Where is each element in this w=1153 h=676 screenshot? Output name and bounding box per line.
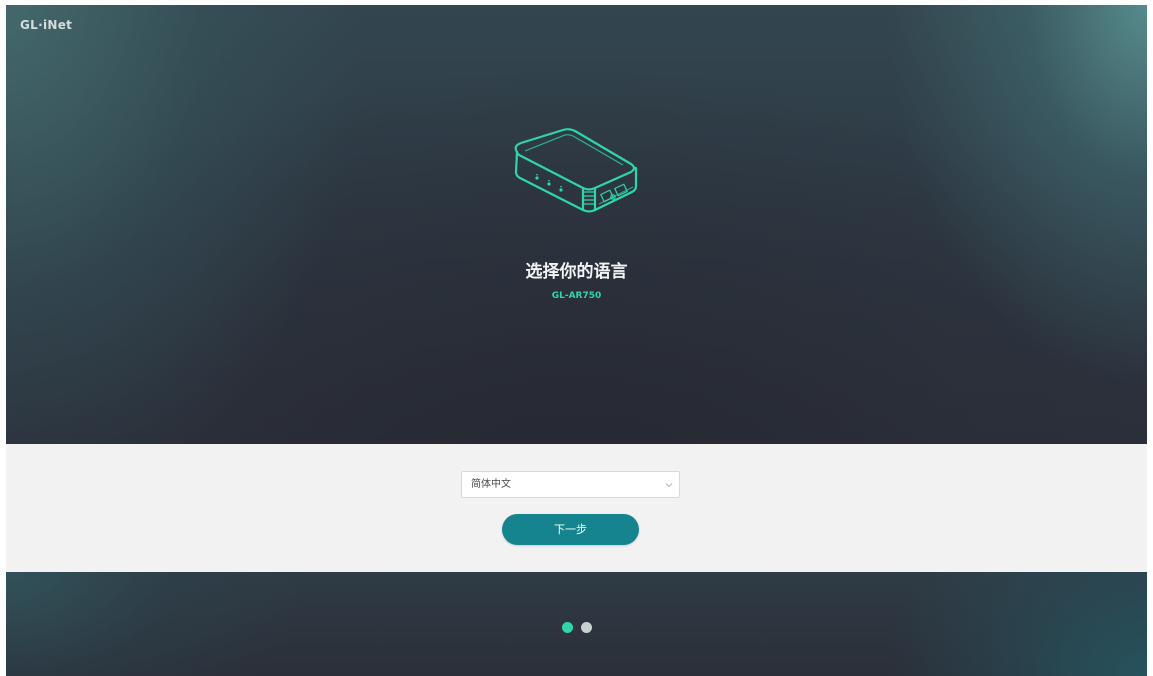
- language-select-value: 简体中文: [471, 479, 511, 490]
- brand-logo: GL·iNet: [20, 18, 73, 32]
- language-select[interactable]: 简体中文: [461, 471, 680, 498]
- device-model: GL-AR750: [551, 291, 602, 301]
- language-panel: 简体中文 下一步: [6, 444, 1147, 572]
- pagination-dots: [6, 622, 1147, 633]
- chevron-down-icon: [665, 483, 673, 488]
- setup-wizard: GL·iNet 选择你的语言 GL-AR750 简体中文 下一步: [6, 5, 1147, 676]
- pagination-dot-1[interactable]: [561, 622, 573, 633]
- hero-section: GL·iNet 选择你的语言 GL-AR750: [6, 5, 1147, 444]
- pagination-dot-2[interactable]: [580, 622, 592, 633]
- page-title: 选择你的语言: [525, 262, 628, 282]
- next-button[interactable]: 下一步: [502, 514, 639, 545]
- router-device-icon: [514, 128, 638, 213]
- footer-section: [6, 572, 1147, 676]
